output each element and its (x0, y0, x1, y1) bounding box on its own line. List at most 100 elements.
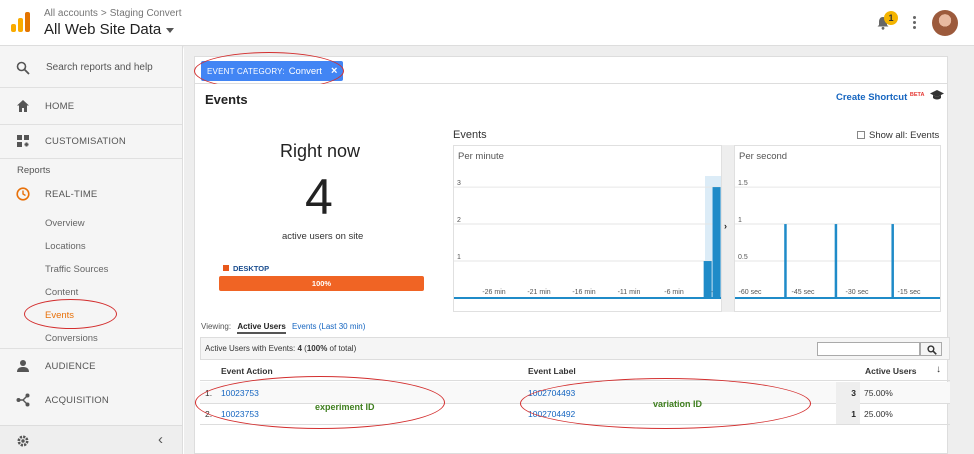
table-search-button[interactable] (920, 342, 942, 356)
more-options-icon[interactable] (910, 15, 918, 31)
top-bar: All accounts > Staging Convert All Web Sit… (0, 0, 974, 46)
notification-badge: 1 (884, 11, 898, 25)
chart-bar (834, 224, 838, 298)
sidebar-search[interactable]: Search reports and help (0, 46, 182, 88)
x-tick-label: -6 min (664, 289, 684, 296)
clock-icon (16, 187, 30, 201)
sidebar-subitem-traffic-sources[interactable]: Traffic Sources (45, 264, 108, 275)
home-icon (17, 100, 29, 112)
column-header-event-action[interactable]: Event Action (221, 366, 273, 376)
table-search-input[interactable] (817, 342, 920, 356)
sidebar-subitem-conversions[interactable]: Conversions (45, 333, 98, 344)
create-shortcut-link[interactable]: Create Shortcut BETA (836, 92, 924, 103)
tab-events-last-30[interactable]: Events (Last 30 min) (292, 322, 365, 331)
x-tick-label: -60 sec (739, 289, 762, 296)
x-tick-label: -16 min (572, 289, 595, 296)
x-tick-label: -11 min (618, 289, 641, 296)
account-selector[interactable]: All Web Site Data (44, 21, 175, 38)
viewing-label: Viewing: (201, 322, 232, 331)
right-now-title: Right now (280, 141, 361, 161)
active-users-subtitle: active users on site (282, 231, 364, 242)
sidebar-subitem-overview[interactable]: Overview (45, 218, 85, 229)
column-header-active-users[interactable]: Active Users (865, 366, 917, 376)
per-second-plot: 0.5 1 1.5 -60 sec -45 sec -30 sec -15 sec (735, 180, 940, 299)
acquisition-icon (16, 393, 30, 407)
sidebar-item-label: HOME (45, 101, 75, 112)
person-icon (17, 360, 29, 372)
device-legend-label: DESKTOP (233, 264, 270, 273)
sidebar-item-label: ACQUISITION (45, 395, 109, 406)
device-legend: DESKTOP (223, 264, 269, 273)
main-content: EVENT CATEGORY: Convert × Events Create … (184, 46, 974, 454)
table-toolbar: Active Users with Events: 4 (100% of tot… (200, 337, 950, 360)
y-tick-label: 1.5 (738, 180, 748, 187)
summary-count: 4 (297, 344, 302, 353)
sidebar-divider (0, 158, 182, 159)
x-tick-label: -26 min (482, 289, 505, 296)
legend-swatch (223, 265, 229, 271)
active-users-value: 1 (836, 403, 860, 424)
chart-divider-arrow[interactable]: › (722, 145, 734, 312)
active-users-percent: 75.00% (864, 388, 893, 398)
search-placeholder: Search reports and help (46, 62, 153, 73)
sidebar-item-label: AUDIENCE (45, 361, 96, 372)
create-shortcut-label: Create Shortcut (836, 92, 908, 104)
sidebar-subitem-locations[interactable]: Locations (45, 241, 86, 252)
y-tick-label: 0.5 (738, 254, 748, 261)
desktop-share-label: 100% (311, 279, 332, 288)
sidebar-item-customisation[interactable]: CUSTOMISATION (0, 124, 182, 158)
sidebar-item-audience[interactable]: AUDIENCE (0, 349, 182, 383)
per-minute-plot: 123-26 min-21 min-16 min-11 min-6 min-1 (454, 176, 721, 299)
gear-icon[interactable] (16, 434, 30, 448)
active-users-count: 4 (305, 169, 333, 225)
desktop-share-bar: 100% (219, 276, 424, 291)
x-tick-label: -30 sec (846, 289, 869, 296)
chart-bar (703, 261, 712, 298)
per-minute-chart: Per minute 1 2 3 -26 min -21 min -16 min -11 m… (453, 145, 722, 312)
education-cap-icon[interactable] (930, 89, 944, 101)
summary-pct: 100% (306, 344, 328, 353)
sort-arrow-icon[interactable]: ↓ (936, 364, 941, 375)
annotation-oval-events (24, 299, 117, 329)
page-title: Events (205, 92, 248, 107)
viewing-tabs: Viewing: Active Users Events (Last 30 mi… (201, 322, 365, 334)
show-all-checkbox[interactable]: Show all: Events (857, 130, 939, 141)
sidebar-item-label: REAL-TIME (45, 189, 98, 200)
sidebar-item-home[interactable]: HOME (0, 89, 182, 123)
summary-prefix: Active Users with Events: (205, 344, 296, 353)
chart-bar (891, 224, 894, 298)
tab-active-users[interactable]: Active Users (237, 322, 286, 334)
sidebar-item-realtime[interactable]: REAL-TIME (0, 177, 182, 211)
analytics-logo-icon[interactable] (11, 12, 31, 32)
caret-down-icon (166, 27, 175, 33)
events-chart-title: Events (453, 129, 487, 141)
summary-suffix: of total) (329, 344, 357, 353)
show-all-label: Show all: Events (869, 130, 940, 141)
sidebar-subitem-content[interactable]: Content (45, 287, 78, 298)
search-icon (927, 345, 937, 355)
y-tick-label: 1 (738, 217, 742, 224)
sidebar-item-acquisition[interactable]: ACQUISITION (0, 383, 182, 417)
dashboard-icon (17, 135, 29, 147)
chevron-right-icon: › (724, 221, 727, 231)
breadcrumb-separator: > (100, 8, 107, 19)
reports-heading: Reports (17, 165, 51, 176)
user-avatar[interactable] (932, 10, 958, 36)
x-tick-label: -15 sec (898, 289, 921, 296)
breadcrumb-account[interactable]: Staging Convert (110, 8, 182, 19)
chart-bar (712, 187, 721, 298)
sidebar: Search reports and help HOME CUSTOMISATI… (0, 46, 183, 454)
x-tick-label: -45 sec (792, 289, 815, 296)
account-title: All Web Site Data (44, 21, 162, 38)
collapse-sidebar-icon[interactable]: ‹ (158, 431, 163, 448)
sidebar-footer: ‹ (0, 425, 182, 454)
column-header-event-label[interactable]: Event Label (528, 366, 576, 376)
breadcrumb-all-accounts[interactable]: All accounts (44, 8, 98, 19)
per-second-chart: Per second 0.5 1 1.5 -60 sec -45 sec -30 sec -… (734, 145, 941, 312)
annotation-oval-variation (520, 378, 811, 429)
x-tick-label: -21 min (527, 289, 550, 296)
table-summary: Active Users with Events: 4 (100% of tot… (205, 344, 356, 353)
y-tick-label: 2 (457, 217, 461, 224)
checkbox-box[interactable] (857, 131, 865, 139)
active-users-percent: 25.00% (864, 409, 893, 419)
